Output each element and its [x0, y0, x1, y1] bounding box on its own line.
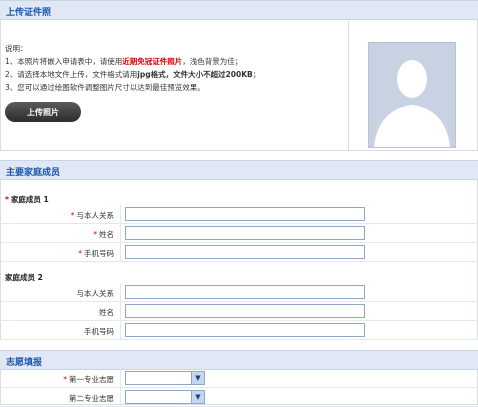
member-2-relation-input[interactable] [125, 285, 365, 299]
member-2-phone-row: 手机号码 [0, 321, 478, 340]
row-divider [120, 388, 121, 407]
second-major-select[interactable]: ▼ [125, 390, 205, 404]
row-divider [120, 321, 121, 340]
row-divider [120, 369, 121, 388]
instruction-2-tail: ； [252, 70, 261, 79]
member-2-title: 家庭成员 2 [5, 273, 43, 282]
member-2-name-label: 姓名 [99, 308, 114, 317]
required-marker: * [63, 375, 67, 384]
member-2-name-input[interactable] [125, 304, 365, 318]
second-major-label: 第二专业志愿 [69, 394, 114, 403]
member-1-name-row: * 姓名 [0, 224, 478, 243]
member-2-relation-row: 与本人关系 [0, 283, 478, 302]
photo-preview [368, 42, 456, 148]
member-2-name-row: 姓名 [0, 302, 478, 321]
member-1-relation-label: * 与本人关系 [71, 210, 114, 221]
row-divider [120, 224, 121, 243]
chevron-down-icon[interactable]: ▼ [191, 391, 204, 403]
member-1-title: * 家庭成员 1 [5, 194, 49, 205]
instruction-1-tail: ，浅色背景为佳； [182, 57, 243, 66]
instruction-2-highlight: jpg格式，文件大小不超过200KB [137, 70, 253, 79]
wish-section-title: 志愿填报 [6, 358, 43, 368]
member-1-relation-input[interactable] [125, 207, 365, 221]
instruction-1-highlight: 近期免冠证件照片 [122, 57, 183, 66]
required-marker: * [5, 195, 9, 204]
row-divider [120, 283, 121, 302]
member-1-phone-label: * 手机号码 [78, 248, 114, 259]
first-major-select[interactable]: ▼ [125, 371, 205, 385]
member-1-phone-row: * 手机号码 [0, 243, 478, 262]
member-2-phone-label: 手机号码 [84, 327, 114, 336]
family-section-header: 主要家庭成员 [0, 160, 478, 180]
upload-section-header: 上传证件照 [0, 0, 478, 20]
member-1-name-label: * 姓名 [93, 229, 114, 240]
row-divider [120, 205, 121, 224]
row-divider [120, 243, 121, 262]
member-1-title-text: 家庭成员 1 [10, 195, 49, 204]
instruction-line-3: 3、您可以通过绘图软件调整图片尺寸以达到最佳预览效果。 [5, 83, 205, 92]
instructions-title: 说明： [5, 44, 28, 53]
upload-instructions: 说明： 1、本照片将嵌入申请表中，请使用近期免冠证件照片，浅色背景为佳； 2、请… [5, 42, 260, 94]
person-silhouette-icon [369, 43, 455, 147]
member-1-phone-input[interactable] [125, 245, 365, 259]
member-1-relation-row: * 与本人关系 [0, 205, 478, 224]
member-1-name-input[interactable] [125, 226, 365, 240]
photo-column-divider [348, 21, 349, 150]
upload-section-title: 上传证件照 [6, 8, 52, 18]
instruction-line-1: 1、本照片将嵌入申请表中，请使用近期免冠证件照片，浅色背景为佳； [5, 55, 260, 68]
second-major-row: 第二专业志愿 ▼ [0, 388, 478, 407]
relation-label-text: 与本人关系 [76, 211, 115, 220]
wish-section-header: 志愿填报 [0, 350, 478, 370]
phone-label-text: 手机号码 [84, 249, 114, 258]
instruction-line-2: 2、请选择本地文件上传，文件格式请用jpg格式，文件大小不超过200KB； [5, 68, 260, 81]
required-marker: * [70, 211, 75, 220]
instruction-1-text: 1、本照片将嵌入申请表中，请使用 [5, 57, 123, 66]
family-section-title: 主要家庭成员 [6, 168, 61, 178]
name-label-text: 姓名 [99, 230, 114, 239]
row-divider [120, 302, 121, 321]
member-2-phone-input[interactable] [125, 323, 365, 337]
chevron-down-icon[interactable]: ▼ [191, 372, 204, 384]
first-major-row: * 第一专业志愿 ▼ [0, 369, 478, 388]
upload-photo-button[interactable]: 上传照片 [5, 102, 81, 122]
member-2-relation-label: 与本人关系 [76, 289, 115, 298]
required-marker: * [78, 249, 82, 258]
first-major-label: * 第一专业志愿 [63, 374, 114, 385]
required-marker: * [93, 230, 97, 239]
instruction-2-text: 2、请选择本地文件上传，文件格式请用 [5, 70, 138, 79]
first-major-label-text: 第一专业志愿 [69, 375, 114, 384]
